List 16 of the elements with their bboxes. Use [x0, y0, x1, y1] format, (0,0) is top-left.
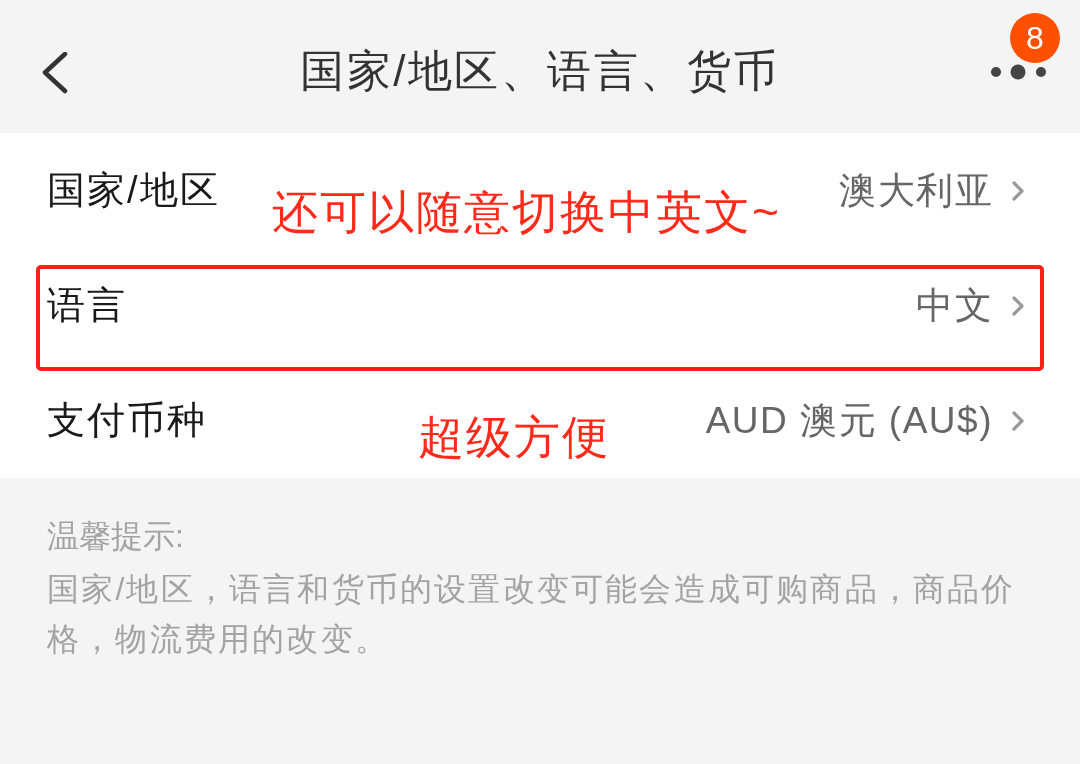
- notice-text: 国家/地区，语言和货币的设置改变可能会造成可购商品，商品价格，物流费用的改变。: [47, 570, 1017, 659]
- chevron-right-icon: [1011, 295, 1025, 316]
- chevron-right-icon: [1011, 410, 1025, 431]
- settings-row[interactable]: 语言 中文: [0, 248, 1080, 363]
- back-icon[interactable]: [42, 52, 68, 94]
- chevron-right-icon: [1011, 180, 1025, 201]
- notification-badge: 8: [1010, 13, 1060, 63]
- setting-label: 支付币种: [47, 398, 207, 443]
- annotation-text: 还可以随意切换中英文~: [272, 185, 781, 240]
- setting-label: 语言: [47, 283, 127, 328]
- notice-title: 温馨提示:: [47, 517, 185, 556]
- annotation-text: 超级方便: [418, 410, 610, 465]
- more-icon[interactable]: [990, 64, 1048, 80]
- page-title: 国家/地区、语言、货币: [300, 48, 780, 93]
- setting-label: 国家/地区: [47, 168, 220, 213]
- setting-value: 中文: [916, 283, 993, 328]
